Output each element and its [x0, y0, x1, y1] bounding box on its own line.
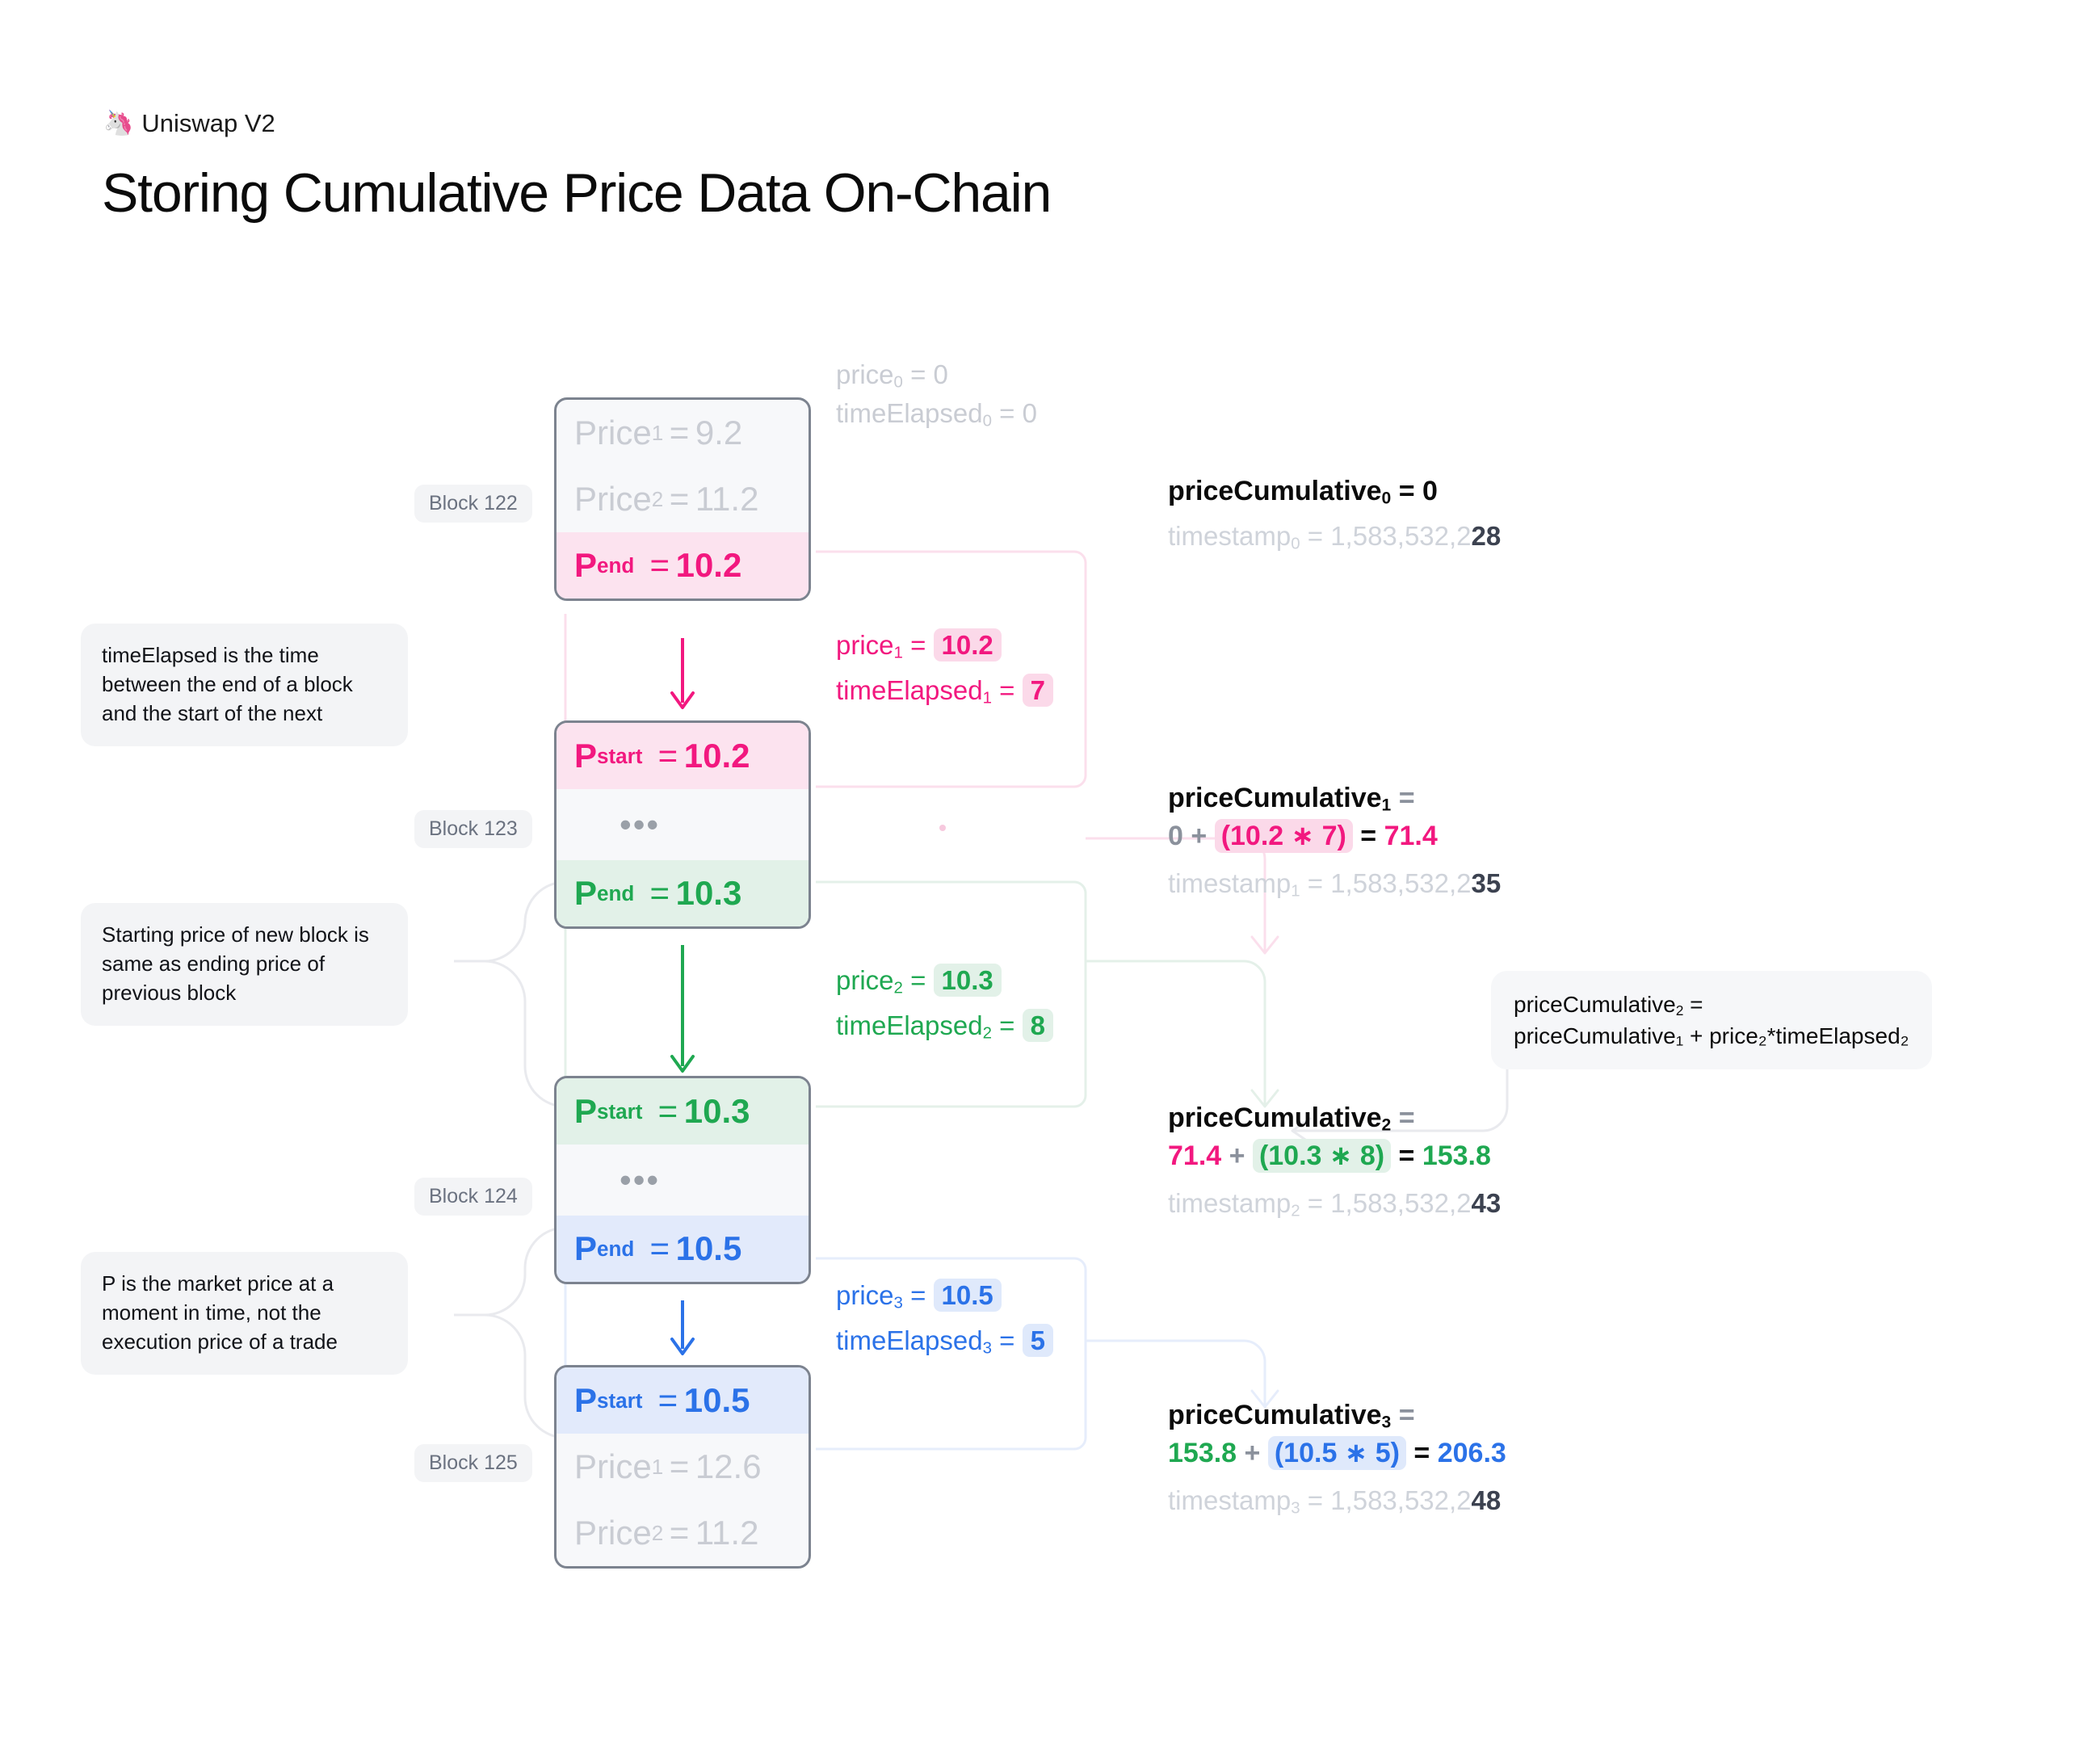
block-row-ellipsis: •••: [620, 1161, 661, 1199]
price-label-1: price1 = 10.2 timeElapsed1 = 7: [836, 626, 1053, 710]
prev-cumulative: 153.8: [1168, 1438, 1237, 1469]
formula-callout: priceCumulative2 = priceCumulative₁ + pr…: [1491, 971, 1932, 1070]
price-chip: 10.2: [933, 628, 1002, 662]
block-row-ellipsis: •••: [620, 805, 661, 843]
note-market-price: P is the market price at a moment in tim…: [81, 1252, 408, 1375]
block-row-p-start: Pstart = 10.2: [557, 723, 809, 789]
block-row: Price 1 = 12.6: [574, 1447, 762, 1485]
brand-label: Uniswap V2: [141, 109, 275, 137]
timestamp-0: timestamp0 = 1,583,532,228: [1168, 521, 1502, 553]
block-label-122: Block 122: [414, 485, 532, 523]
block-card-122[interactable]: Price 1 = 9.2 Price 2 = 11.2 Pend = 10.2: [554, 397, 811, 601]
cumulative-3: priceCumulative3 = 153.8 + (10.5 ∗ 5) = …: [1168, 1397, 1506, 1527]
callout-line-1: priceCumulative2 =: [1514, 992, 1703, 1018]
block-row-p-start: Pstart = 10.5: [557, 1367, 809, 1434]
price-label-2: price2 = 10.3 timeElapsed2 = 8: [836, 961, 1053, 1045]
prev-cumulative: 0: [1168, 821, 1183, 852]
timestamp-1: timestamp1 = 1,583,532,235: [1168, 867, 1502, 901]
timeelapsed-chip: 5: [1022, 1324, 1053, 1358]
product-chip: (10.5 ∗ 5): [1267, 1436, 1406, 1471]
timeelapsed-chip: 8: [1022, 1009, 1053, 1043]
block-label-124: Block 124: [414, 1178, 532, 1216]
cumulative-2: priceCumulative2 = 71.4 + (10.3 ∗ 8) = 1…: [1168, 1100, 1501, 1230]
product-chip: (10.3 ∗ 8): [1252, 1139, 1392, 1174]
page-title: Storing Cumulative Price Data On-Chain: [102, 162, 1052, 224]
block-row-p-end: Pend = 10.2: [557, 532, 809, 598]
price-chip: 10.3: [933, 964, 1002, 997]
result-value: 71.4: [1384, 821, 1438, 852]
price-label-3: price3 = 10.5 timeElapsed3 = 5: [836, 1276, 1053, 1360]
connector-layer: [454, 550, 1509, 1454]
note-starting-price: Starting price of new block is same as e…: [81, 903, 408, 1026]
cumulative-1: priceCumulative1 = 0 + (10.2 ∗ 7) = 71.4…: [1168, 780, 1501, 910]
product-chip: (10.2 ∗ 7): [1214, 819, 1353, 854]
result-value: 206.3: [1437, 1438, 1506, 1469]
timeelapsed-chip: 7: [1022, 674, 1053, 708]
callout-line-2: priceCumulative₁ + price₂*timeElapsed₂: [1514, 1023, 1909, 1049]
price-chip: 10.5: [933, 1279, 1002, 1312]
block-row: Price 1 = 9.2: [574, 414, 743, 452]
block-card-123[interactable]: Pstart = 10.2 ••• Pend = 10.3: [554, 720, 811, 929]
note-timeelapsed: timeElapsed is the time between the end …: [81, 624, 408, 746]
block-row-p-start: Pstart = 10.3: [557, 1078, 809, 1144]
price-label-0: price0 = 0 timeElapsed0 = 0: [836, 359, 1037, 430]
block-label-125: Block 125: [414, 1444, 532, 1482]
timestamp-2: timestamp2 = 1,583,532,243: [1168, 1187, 1502, 1220]
block-card-124[interactable]: Pstart = 10.3 ••• Pend = 10.5: [554, 1076, 811, 1284]
block-row-p-end: Pend = 10.3: [557, 860, 809, 926]
timestamp-3: timestamp3 = 1,583,532,248: [1168, 1485, 1502, 1518]
block-label-123: Block 123: [414, 810, 532, 848]
result-value: 153.8: [1422, 1140, 1491, 1172]
block-row: Price 2 = 11.2: [574, 1514, 759, 1552]
prev-cumulative: 71.4: [1168, 1140, 1222, 1172]
block-row-p-end: Pend = 10.5: [557, 1216, 809, 1282]
cumulative-0: priceCumulative0 = 0 timestamp0 = 1,583,…: [1168, 473, 1501, 563]
brand: 🦄 Uniswap V2: [103, 109, 275, 138]
block-card-125[interactable]: Pstart = 10.5 Price 1 = 12.6 Price 2 = 11.2: [554, 1365, 811, 1569]
block-row: Price 2 = 11.2: [574, 480, 759, 518]
unicorn-icon: 🦄: [103, 110, 134, 136]
